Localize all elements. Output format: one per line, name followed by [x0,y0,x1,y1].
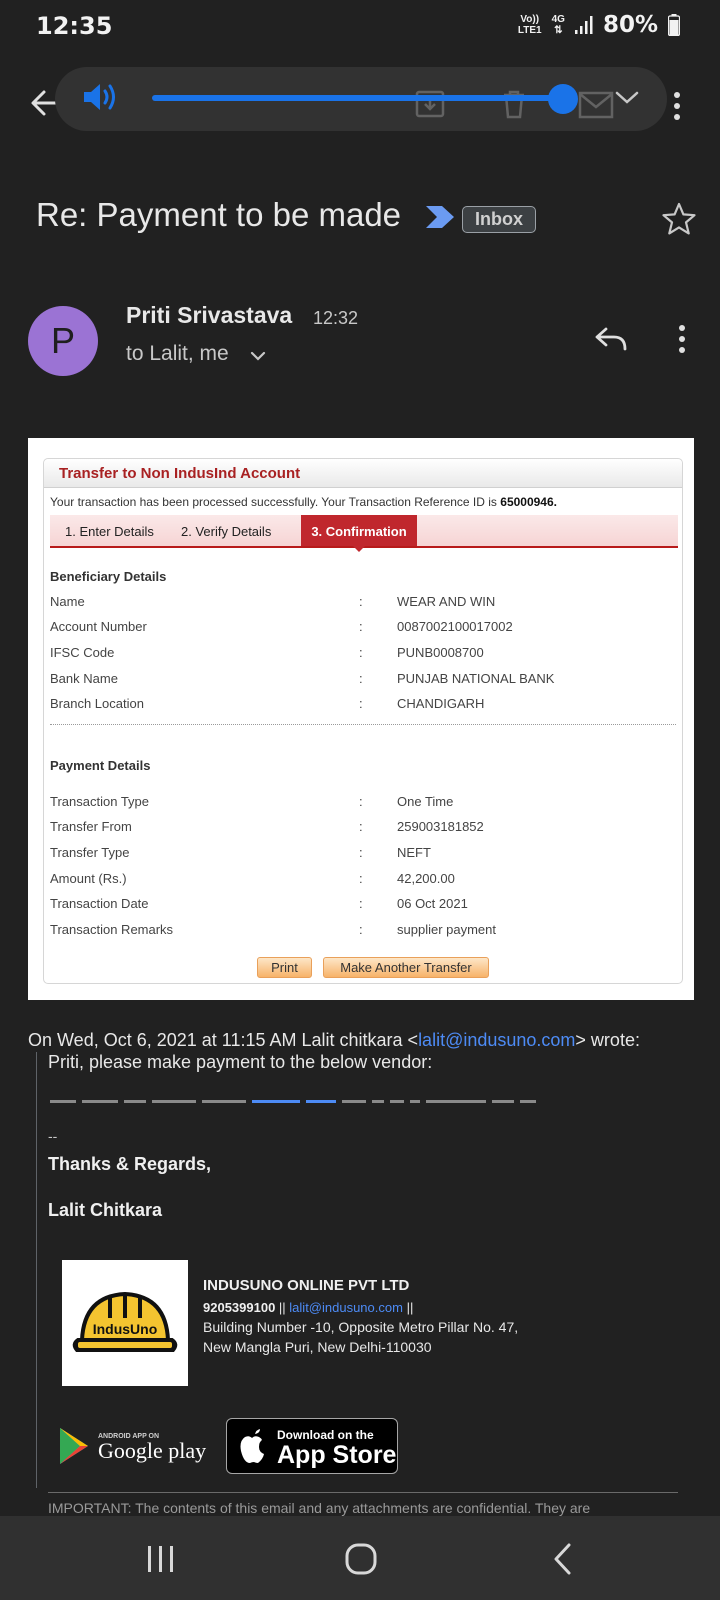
quoted-message-body: Priti, please make payment to the below … [48,1052,433,1072]
company-phone[interactable]: 9205399100 [203,1300,275,1315]
signature-greeting: Thanks & Regards, [48,1154,212,1174]
svg-text:App Store: App Store [277,1441,397,1469]
signature-name: Lalit Chitkara [48,1200,163,1220]
transaction-success-message: Your transaction has been processed succ… [50,495,557,509]
payment-row: Amount (Rs.):42,200.00 [50,871,455,886]
svg-text:IndusUno: IndusUno [93,1321,158,1337]
signal-icon [574,16,593,34]
company-email-link[interactable]: lalit@indusuno.com [289,1300,403,1315]
step-enter-details: 1. Enter Details [65,524,154,539]
disclaimer-divider [48,1492,678,1493]
beneficiary-row: Branch Location: CHANDIGARH [50,696,485,711]
speaker-icon[interactable] [82,82,118,112]
more-options-icon[interactable] [674,92,680,125]
message-options-icon[interactable] [679,325,685,358]
system-navigation-bar [0,1516,720,1600]
sender-name: Priti Srivastava [126,302,293,328]
signature-separator: -- [48,1128,58,1144]
quoted-email-header: On Wed, Oct 6, 2021 at 11:15 AM Lalit ch… [28,1030,640,1050]
home-icon[interactable] [344,1542,378,1576]
payment-row: Transaction Type: One Time [50,794,454,809]
step-confirmation: 3. Confirmation [301,515,417,546]
importance-marker-icon[interactable] [426,206,454,228]
beneficiary-row: Name: WEAR AND WIN [50,594,496,609]
confidentiality-disclaimer: IMPORTANT: The contents of this email an… [48,1500,591,1516]
sent-time: 12:32 [313,308,359,328]
sender-avatar[interactable]: P [28,306,98,376]
transfer-steps: 1. Enter Details 2. Verify Details 3. Co… [50,515,678,552]
back-icon[interactable] [552,1542,574,1576]
company-address-line-1: Building Number -10, Opposite Metro Pill… [203,1319,519,1335]
svg-text:Download on the: Download on the [277,1428,374,1442]
status-indicators: Vo)) LTE1 4G ⇅ 80% [518,12,680,38]
company-address-line-2: New Mangla Puri, New Delhi-110030 [203,1339,432,1355]
recent-apps-icon[interactable] [146,1544,176,1574]
transfer-panel: Transfer to Non IndusInd Account Your tr… [43,458,683,984]
delete-icon[interactable] [498,88,530,120]
step-verify-details: 2. Verify Details [181,524,272,539]
section-divider [50,724,676,725]
payment-row: Transfer From:259003181852 [50,819,484,834]
payment-row: Transaction Date:06 Oct 2021 [50,896,468,911]
attached-transaction-screenshot[interactable]: Transfer to Non IndusInd Account Your tr… [28,438,694,1000]
payment-row: Transfer Type: NEFT [50,845,431,860]
volte-indicator: Vo)) LTE1 [517,14,542,36]
print-button: Print [257,957,312,978]
volume-slider-track[interactable] [152,95,563,101]
company-logo: IndusUno [62,1260,188,1386]
beneficiary-row: IFSC Code: PUNB0008700 [50,645,484,660]
chevron-down-icon[interactable] [614,86,640,108]
beneficiary-row: Account Number:0087002100017002 [50,619,513,634]
network-indicator: 4G ⇅ [551,14,565,36]
status-time: 12:35 [36,12,113,40]
quote-indent-bar [36,1052,37,1488]
company-contact: 9205399100 || lalit@indusuno.com || [203,1300,414,1315]
mark-unread-icon[interactable] [578,90,614,120]
payment-heading: Payment Details [50,758,151,773]
archive-icon[interactable] [414,88,446,120]
make-another-transfer-button: Make Another Transfer [323,957,489,978]
recipients-summary[interactable]: to Lalit, me [126,342,229,366]
expand-details-chevron-icon[interactable] [250,350,266,362]
app-store-badge[interactable]: Download on the App Store [226,1418,398,1474]
transfer-panel-title: Transfer to Non IndusInd Account [44,459,682,488]
star-icon[interactable] [662,202,696,236]
beneficiary-row: Bank Name: PUNJAB NATIONAL BANK [50,671,555,686]
payment-row: Transaction Remarks: supplier payment [50,922,496,937]
reply-icon[interactable] [594,326,628,352]
battery-icon [668,14,680,36]
svg-text:Google play: Google play [98,1438,206,1463]
battery-percent: 80% [602,12,658,38]
beneficiary-heading: Beneficiary Details [50,569,167,584]
volume-slider-thumb[interactable] [548,84,578,114]
vendor-details-row [50,1100,590,1104]
inbox-label-badge[interactable]: Inbox [462,206,536,233]
company-name: INDUSUNO ONLINE PVT LTD [203,1277,410,1294]
email-subject: Re: Payment to be made [36,196,402,233]
google-play-badge[interactable]: ANDROID APP ON Google play [56,1418,216,1474]
quoted-sender-email-link[interactable]: lalit@indusuno.com [418,1030,575,1050]
active-step-pointer [353,546,365,552]
